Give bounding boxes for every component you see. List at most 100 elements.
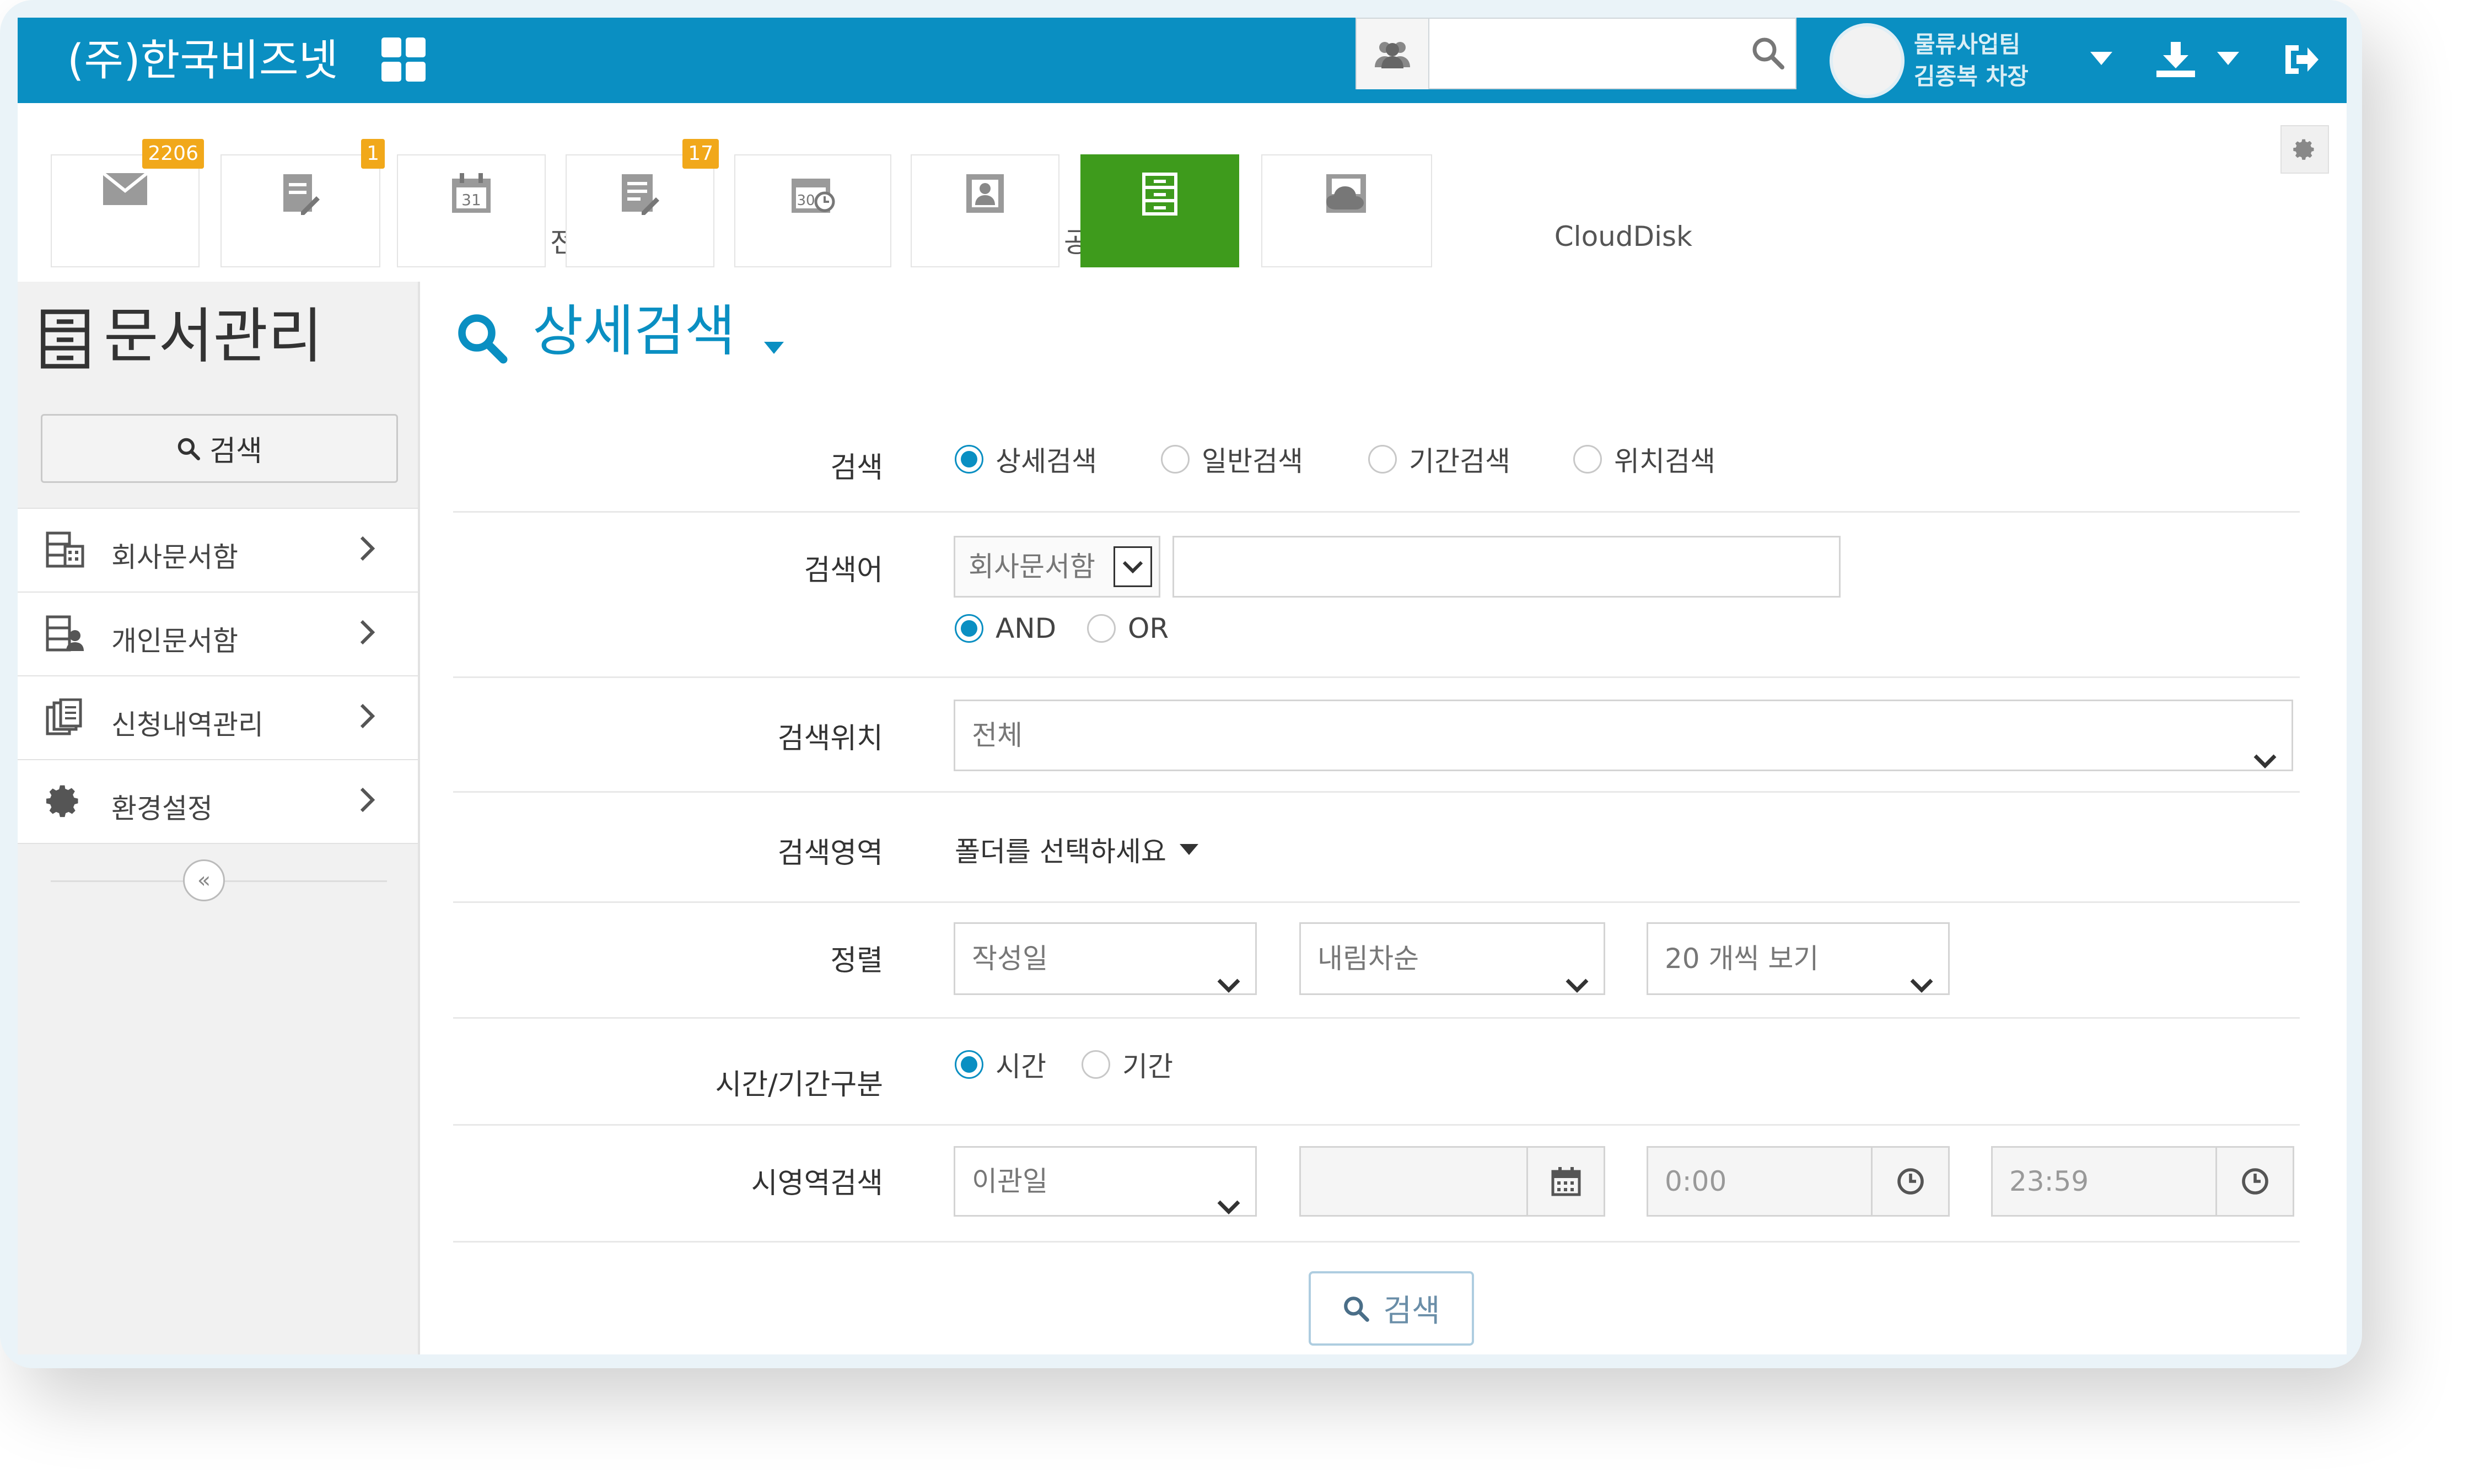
radio-period[interactable]: 기간 (1082, 1045, 1173, 1084)
end-time-value: 23:59 (2009, 1165, 2089, 1197)
keyword-input[interactable] (1172, 536, 1841, 598)
clock-icon[interactable] (2215, 1148, 2293, 1215)
sidebar-item-label: 회사문서함 (111, 541, 238, 573)
facility-icon: 30 (789, 172, 837, 217)
header-search-input[interactable] (1434, 24, 1734, 85)
sidebar-search-button[interactable]: 검색 (41, 414, 398, 483)
user-menu-caret-icon[interactable] (2090, 52, 2112, 67)
page-size-value: 20 개씩 보기 (1665, 943, 1819, 975)
sidebar-title: 문서관리 (39, 298, 322, 375)
radio-dot (955, 1050, 983, 1079)
user-dept: 물류사업팀 (1914, 31, 2021, 58)
radio-dot (1082, 1050, 1110, 1079)
sort-label: 정렬 (830, 944, 883, 977)
area-label: 검색영역 (777, 837, 883, 870)
time-type-row: 시간/기간구분 시간 기간 (453, 1017, 2300, 1126)
time-field-select[interactable]: 이관일 (954, 1146, 1257, 1217)
time-field-value: 이관일 (972, 1165, 1048, 1197)
radio-detail-search[interactable]: 상세검색 (955, 439, 1097, 479)
logout-icon[interactable] (2283, 43, 2319, 78)
date-input[interactable] (1299, 1146, 1605, 1217)
cloud-disk-icon (1322, 172, 1371, 217)
start-time-input[interactable]: 0:00 (1647, 1146, 1950, 1217)
sidebar-item-label: 환경설정 (111, 793, 213, 825)
sort-order-value: 내림차순 (1317, 943, 1419, 975)
radio-general-search[interactable]: 일반검색 (1161, 439, 1303, 479)
calendar-icon[interactable] (1526, 1148, 1604, 1215)
chevron-down-icon (1217, 1172, 1241, 1239)
radio-label: 기간검색 (1409, 445, 1510, 477)
search-icon[interactable] (1750, 35, 1785, 73)
window-frame: (주)한국비즈넷 물류사업팀 김종복 차장 2206 1 31 17 30 문서… (0, 0, 2362, 1368)
radio-time[interactable]: 시간 (955, 1045, 1046, 1084)
main-content: 상세검색 검색 상세검색 일반검색 기간검색 위치검색 검색어 회사문서함 AN… (420, 282, 2347, 1354)
tile-clouddisk[interactable]: CloudDisk (1261, 154, 1692, 267)
user-info[interactable]: 물류사업팀 김종복 차장 (1914, 29, 2029, 93)
download-caret-icon[interactable] (2217, 52, 2239, 67)
sort-field-select[interactable]: 작성일 (954, 922, 1257, 995)
search-icon (1344, 1296, 1370, 1322)
radio-or[interactable]: OR (1087, 612, 1169, 644)
radio-period-search[interactable]: 기간검색 (1368, 439, 1510, 479)
chevron-right-icon (359, 619, 375, 652)
people-icon[interactable] (1357, 19, 1429, 89)
board-icon (620, 172, 660, 217)
mail-badge: 2206 (142, 139, 204, 169)
sidebar-item-company-docs[interactable]: 회사문서함 (18, 508, 418, 592)
tile-mail[interactable]: 2206 메일 (51, 139, 482, 267)
settings-gear-icon[interactable] (2280, 125, 2329, 174)
approval-badge: 1 (361, 139, 385, 169)
folder-select-text: 폴더를 선택하세요 (955, 836, 1166, 868)
location-label: 검색위치 (777, 722, 883, 755)
radio-dot (955, 445, 983, 474)
chevron-down-icon (1565, 949, 1589, 1019)
sort-row: 정렬 작성일 내림차순 20 개씩 보기 (453, 901, 2300, 1019)
app-grid-icon[interactable] (381, 37, 428, 84)
start-time-value: 0:00 (1665, 1165, 1727, 1197)
download-icon[interactable] (2156, 42, 2195, 79)
chevron-down-icon (2253, 725, 2277, 794)
tile-facility[interactable]: 30 공용설비 (734, 154, 1165, 267)
folder-select-dropdown[interactable]: 폴더를 선택하세요 (955, 830, 1198, 869)
keyword-scope-select[interactable]: 회사문서함 (954, 536, 1160, 598)
chevron-down-icon (1909, 949, 1934, 1019)
sidebar-collapse-icon[interactable]: « (183, 859, 225, 901)
search-type-row: 검색 상세검색 일반검색 기간검색 위치검색 (453, 397, 2300, 513)
document-cabinet-icon (1141, 172, 1179, 218)
sidebar-item-label: 신청내역관리 (111, 709, 263, 741)
sidebar-item-requests[interactable]: 신청내역관리 (18, 675, 418, 759)
sidebar-item-settings[interactable]: 환경설정 (18, 759, 418, 844)
location-select[interactable]: 전체 (954, 700, 2293, 771)
sort-order-select[interactable]: 내림차순 (1299, 922, 1605, 995)
end-time-input[interactable]: 23:59 (1991, 1146, 2294, 1217)
time-type-label: 시간/기간구분 (715, 1068, 883, 1101)
tile-documents[interactable]: 문서관리 (1080, 154, 1511, 267)
search-icon (177, 438, 201, 460)
search-type-label: 검색 (830, 451, 883, 485)
shortcut-tiles: 2206 메일 1 전자결재 31 일정 17 게시판 30 공용설비 주소록 (18, 103, 2347, 367)
tile-calendar[interactable]: 31 일정 (397, 154, 828, 267)
radio-location-search[interactable]: 위치검색 (1573, 439, 1715, 479)
board-badge: 17 (682, 139, 719, 169)
tile-board[interactable]: 17 게시판 (566, 139, 997, 267)
page-size-select[interactable]: 20 개씩 보기 (1647, 922, 1950, 995)
clock-icon[interactable] (1871, 1148, 1948, 1215)
radio-label: 기간 (1122, 1051, 1173, 1083)
sidebar-item-personal-docs[interactable]: 개인문서함 (18, 592, 418, 675)
user-avatar[interactable] (1830, 23, 1905, 98)
svg-text:30: 30 (797, 192, 815, 209)
location-row: 검색위치 전체 (453, 676, 2300, 793)
search-button[interactable]: 검색 (1309, 1271, 1474, 1346)
sidebar-item-label: 개인문서함 (111, 625, 238, 657)
caret-down-icon (1179, 844, 1198, 855)
radio-label: 상세검색 (996, 445, 1097, 477)
radio-and[interactable]: AND (955, 612, 1056, 644)
tile-approval[interactable]: 1 전자결재 (220, 139, 652, 267)
chevron-right-icon (359, 703, 375, 736)
company-name[interactable]: (주)한국비즈넷 (67, 33, 338, 88)
top-header: (주)한국비즈넷 물류사업팀 김종복 차장 (18, 18, 2347, 103)
page-title[interactable]: 상세검색 (455, 293, 784, 374)
radio-label: 일반검색 (1202, 445, 1303, 477)
tile-addressbook[interactable]: 주소록 (911, 154, 1342, 267)
chevron-down-icon (1217, 949, 1241, 1019)
